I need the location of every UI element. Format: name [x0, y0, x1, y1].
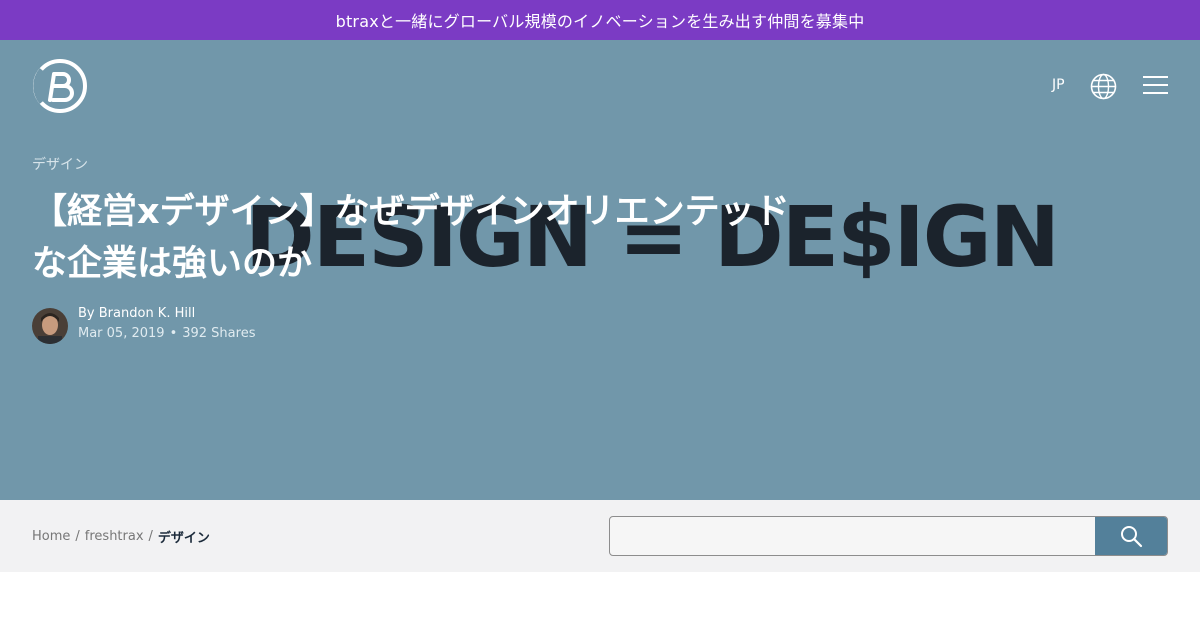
globe-icon[interactable]: [1090, 73, 1117, 100]
breadcrumb-current: デザイン: [157, 531, 210, 546]
hero-section: DESIGN = DE$IGN JP デザイン 【経営xデザイン】なぜデザインオ…: [0, 40, 1200, 500]
search-icon: [1121, 526, 1143, 548]
breadcrumb-home[interactable]: Home: [32, 529, 70, 544]
search-button[interactable]: [1095, 517, 1167, 555]
page-title-line-2: な企業は強いのか: [32, 244, 313, 284]
breadcrumb-separator: /: [148, 529, 153, 544]
search-form: [609, 516, 1168, 556]
breadcrumb-freshtrax[interactable]: freshtrax: [85, 529, 144, 544]
share-count: 392 Shares: [182, 326, 256, 341]
recruitment-banner-text[interactable]: btraxと一緒にグローバル規模のイノベーションを生み出す仲間を募集中: [336, 8, 865, 32]
btrax-b-logo-icon[interactable]: [32, 58, 88, 114]
language-switch[interactable]: JP: [1052, 77, 1065, 93]
author-avatar[interactable]: [32, 308, 68, 344]
meta-separator-dot: •: [169, 326, 178, 341]
breadcrumb-separator: /: [75, 529, 80, 544]
hamburger-menu-icon[interactable]: [1143, 76, 1168, 96]
page-title: 【経営xデザイン】なぜデザインオリエンテッド な企業は強いのか: [32, 186, 852, 290]
author-prefix: By: [78, 306, 95, 321]
post-meta: Mar 05, 2019 • 392 Shares: [78, 326, 255, 341]
page-title-line-1: 【経営xデザイン】なぜデザインオリエンテッド: [32, 192, 790, 232]
breadcrumb-search-bar: Home / freshtrax / デザイン: [0, 500, 1200, 572]
post-category[interactable]: デザイン: [32, 154, 88, 174]
post-date: Mar 05, 2019: [78, 326, 165, 341]
author-byline: By Brandon K. Hill: [78, 306, 195, 321]
author-name[interactable]: Brandon K. Hill: [99, 306, 195, 321]
recruitment-banner[interactable]: btraxと一緒にグローバル規模のイノベーションを生み出す仲間を募集中: [0, 0, 1200, 40]
breadcrumb: Home / freshtrax / デザイン: [32, 527, 210, 546]
search-input[interactable]: [610, 517, 1088, 555]
